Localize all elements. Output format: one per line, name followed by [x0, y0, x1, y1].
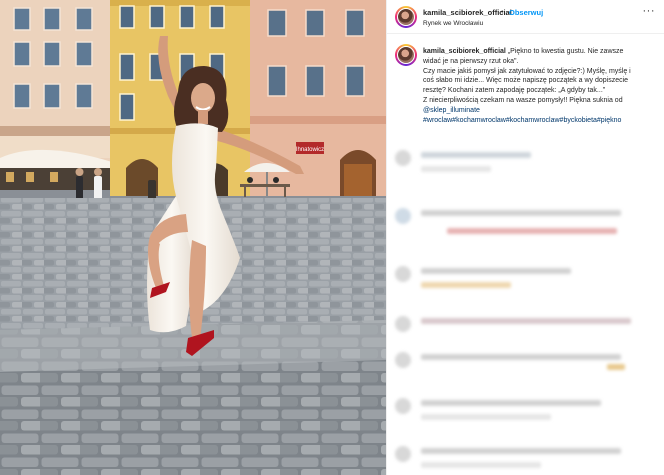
comment-avatar: [395, 398, 411, 414]
mention-link[interactable]: @sklep_illuminate: [423, 106, 659, 116]
comment-line: [421, 448, 621, 454]
more-options-icon[interactable]: ···: [643, 5, 656, 17]
comment-avatar: [395, 316, 411, 332]
comment-line: [421, 318, 631, 324]
post-photo[interactable]: Ihnatowicz: [0, 0, 386, 475]
comment-line: [421, 462, 541, 468]
comment-line: [421, 268, 571, 274]
comment-line: [421, 210, 621, 216]
author-username[interactable]: kamila_scibiorek_official: [423, 8, 512, 17]
comment-line: [421, 400, 601, 406]
hashtags-link[interactable]: #wroclaw#kochamwroclaw#kochamwroclaw#byc…: [423, 116, 659, 126]
comment-line: [421, 414, 551, 420]
comment-line: [421, 354, 621, 360]
header-separator: •: [501, 7, 504, 16]
follow-button[interactable]: Obserwuj: [509, 8, 543, 17]
caption-username[interactable]: kamila_scibiorek_official: [423, 48, 506, 55]
comment-avatar: [395, 208, 411, 224]
comment-line: [421, 166, 491, 172]
post-side-panel: kamila_scibiorek_official • Obserwuj Ryn…: [386, 0, 664, 475]
shop-sign-text: Ihnatowicz: [296, 147, 324, 153]
location-link[interactable]: Rynek we Wrocławiu: [423, 20, 483, 27]
comment-avatar: [395, 352, 411, 368]
caption-author-avatar[interactable]: [395, 44, 417, 66]
comment-line: [607, 364, 625, 370]
comment-line: [421, 282, 511, 288]
comments-list-blurred: [387, 146, 664, 475]
caption-line: widać je na pierwszy rzut oka".: [423, 57, 519, 65]
caption-first-line: kamila_scibiorek_official „Piękno to kwe…: [423, 47, 659, 57]
post-photo-illustration: Ihnatowicz: [0, 0, 386, 475]
caption-line: coś słabo mi idzie... Więc może napiszę …: [423, 77, 629, 85]
instagram-post: Ihnatowicz kamila_scibiorek_official • O…: [0, 0, 664, 475]
caption-line: „Piękno to kwestia gustu. Nie zawsze: [507, 48, 624, 55]
comment-avatar: [395, 150, 411, 166]
building-left: [0, 0, 112, 190]
comment-line: [447, 228, 617, 234]
caption-text: kamila_scibiorek_official „Piękno to kwe…: [423, 47, 659, 125]
comment-line: [421, 152, 531, 158]
comment-avatar: [395, 266, 411, 282]
caption-line: Czy macie jakiś pomysł jak zatytułować t…: [423, 67, 631, 75]
comment-avatar: [395, 446, 411, 462]
author-avatar[interactable]: [395, 6, 417, 28]
caption-line: resztę? Kochani zatem zapodaję początek:…: [423, 87, 606, 95]
post-header: kamila_scibiorek_official • Obserwuj Ryn…: [387, 0, 664, 34]
caption-line: Z niecierpliwością czekam na wasze pomys…: [423, 96, 623, 104]
